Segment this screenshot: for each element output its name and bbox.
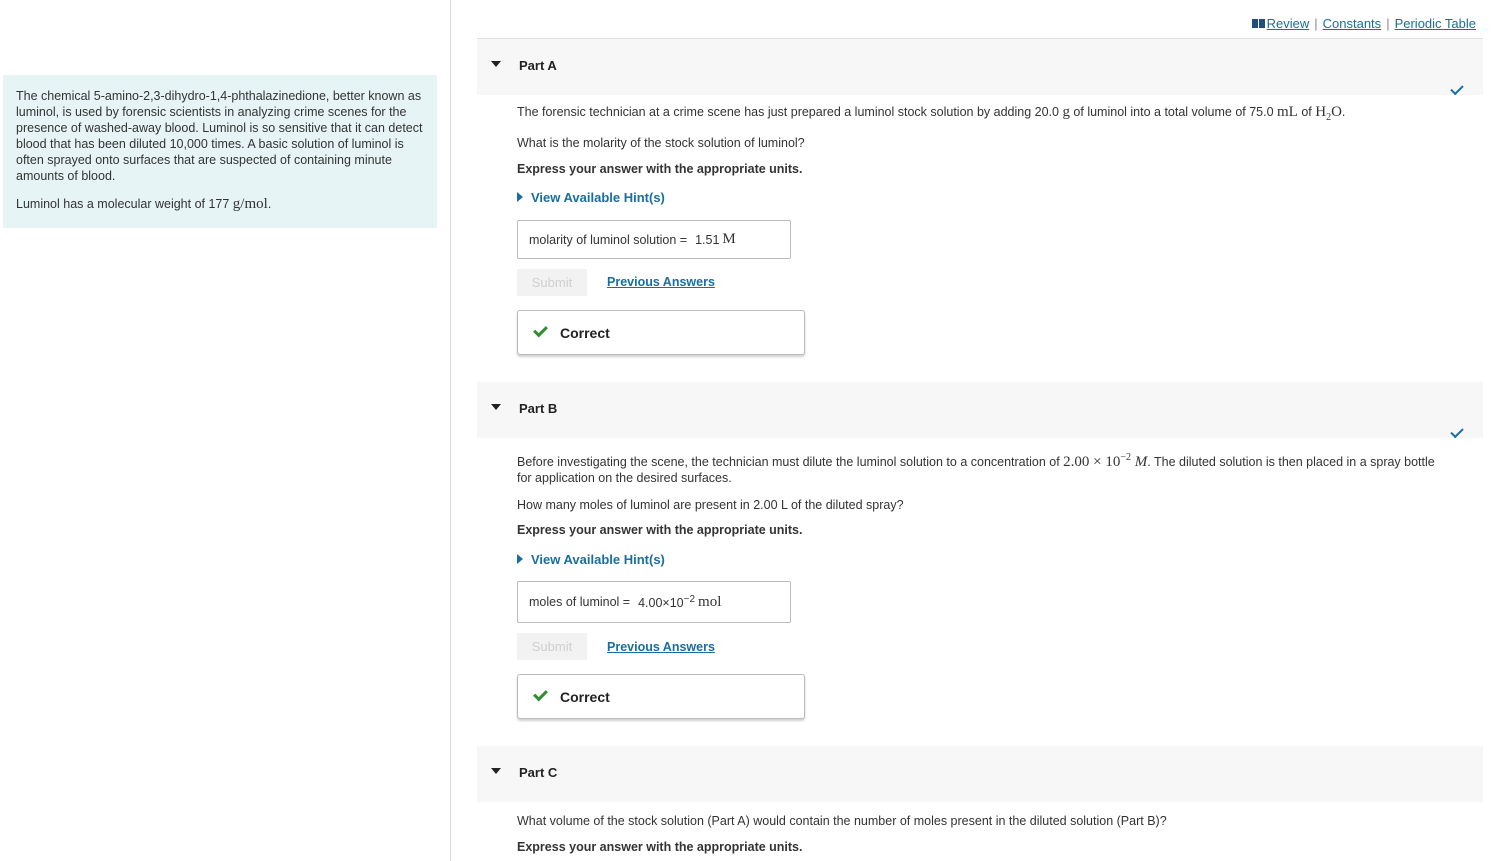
collapse-caret-icon[interactable]: [491, 61, 501, 67]
part-b-header[interactable]: Part B: [477, 382, 1483, 438]
answer-unit: M: [722, 231, 736, 247]
part-b-instruction: Express your answer with the appropriate…: [517, 523, 803, 537]
part-b-previous-answers-link[interactable]: Previous Answers: [607, 640, 715, 654]
answer-label: molarity of luminol solution =: [529, 232, 688, 247]
part-b-answer-field[interactable]: moles of luminol = 4.00×10−2 mol: [517, 581, 791, 623]
part-a-statement: The forensic technician at a crime scene…: [517, 104, 1345, 126]
h: H: [1315, 104, 1327, 120]
part-a-instruction: Express your answer with the appropriate…: [517, 162, 803, 176]
collapse-caret-icon[interactable]: [491, 404, 501, 410]
separator: |: [1314, 16, 1318, 31]
part-c-question: What volume of the stock solution (Part …: [517, 814, 1167, 828]
o: O: [1331, 104, 1342, 120]
part-b-hint-toggle[interactable]: View Available Hint(s): [517, 552, 665, 567]
part-a-answer-field[interactable]: molarity of luminol solution = 1.51 M: [517, 220, 791, 259]
feedback-label: Correct: [560, 325, 610, 341]
stmt: Before investigating the scene, the tech…: [517, 455, 1064, 469]
part-a-header[interactable]: Part A: [477, 39, 1483, 95]
mw-unit: g/mol: [232, 196, 268, 212]
concentration: 2.00 × 10−2 M: [1063, 452, 1148, 470]
part-b-title: Part B: [519, 401, 558, 416]
intro-panel: The chemical 5-amino-2,3-dihydro-1,4-pht…: [3, 75, 437, 228]
part-a-title: Part A: [519, 58, 557, 73]
stmt-end: .: [1341, 105, 1346, 119]
part-b-statement: Before investigating the scene, the tech…: [517, 450, 1483, 486]
book-icon: [1251, 19, 1265, 28]
answer-unit: mol: [698, 593, 722, 610]
hint-label: View Available Hint(s): [531, 190, 665, 205]
expand-triangle-icon: [517, 554, 523, 564]
mw-prefix: Luminol has a molecular weight of 177: [16, 197, 233, 211]
part-a-feedback: Correct: [517, 310, 805, 355]
answer-base: 4.00×10: [638, 596, 684, 611]
answer-value: 4.00×10−2: [638, 594, 695, 610]
answer-value: 1.51: [695, 232, 720, 247]
column-divider: [450, 0, 451, 861]
expand-triangle-icon: [517, 192, 523, 202]
h2o-formula: H2O: [1315, 104, 1342, 123]
feedback-label: Correct: [560, 689, 610, 705]
correct-check-icon: [533, 322, 548, 338]
stmt-line2: for application on the desired surfaces.: [517, 471, 732, 485]
part-a-hint-toggle[interactable]: View Available Hint(s): [517, 190, 665, 205]
conc-unit: M: [1131, 454, 1148, 470]
unit-g: g: [1062, 104, 1070, 120]
part-b-submit-button[interactable]: Submit: [517, 633, 587, 660]
collapse-caret-icon[interactable]: [491, 768, 501, 774]
molecular-weight-text: Luminol has a molecular weight of 177 g/…: [16, 196, 424, 212]
periodic-table-link[interactable]: Periodic Table: [1395, 16, 1476, 31]
part-a-previous-answers-link[interactable]: Previous Answers: [607, 275, 715, 289]
unit-ml: mL: [1277, 104, 1298, 120]
part-c-header[interactable]: Part C: [477, 746, 1483, 802]
stmt: of luminol into a total volume of 75.0: [1069, 105, 1278, 119]
stmt: of: [1297, 105, 1316, 119]
review-link[interactable]: Review: [1267, 16, 1310, 31]
stmt: The forensic technician at a crime scene…: [517, 105, 1063, 119]
answer-exp: −2: [683, 593, 696, 605]
hint-label: View Available Hint(s): [531, 552, 665, 567]
part-a-submit-button[interactable]: Submit: [517, 269, 587, 296]
constants-link[interactable]: Constants: [1323, 16, 1382, 31]
part-c-title: Part C: [519, 765, 558, 780]
part-b-question: How many moles of luminol are present in…: [517, 498, 904, 512]
part-c-instruction: Express your answer with the appropriate…: [517, 840, 803, 854]
conc-exp: −2: [1120, 452, 1132, 463]
stmt: . The diluted solution is then placed in…: [1147, 455, 1435, 469]
part-b-feedback: Correct: [517, 674, 805, 719]
intro-paragraph: The chemical 5-amino-2,3-dihydro-1,4-pht…: [16, 89, 423, 183]
conc-base: 2.00 × 10: [1063, 454, 1121, 470]
part-a-question: What is the molarity of the stock soluti…: [517, 136, 805, 150]
mw-suffix: .: [267, 197, 272, 211]
answer-label: moles of luminol =: [529, 595, 631, 609]
correct-check-icon: [533, 686, 548, 702]
separator: |: [1386, 16, 1390, 31]
top-links: Review | Constants | Periodic Table: [1251, 16, 1476, 31]
